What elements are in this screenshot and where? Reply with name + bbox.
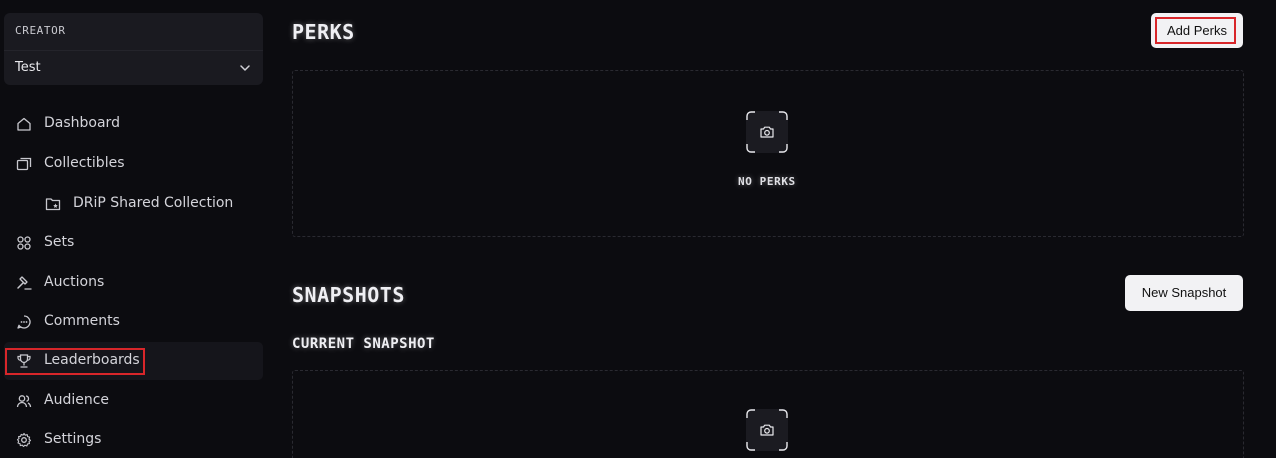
folder-star-icon xyxy=(45,198,61,211)
current-snapshot-title: CURRENT SNAPSHOT xyxy=(292,336,435,352)
sidebar-item-label: Audience xyxy=(44,392,110,408)
perks-empty-icon xyxy=(746,111,788,153)
sidebar-item-label: Comments xyxy=(44,313,120,329)
snapshots-title: SNAPSHOTS xyxy=(292,283,405,307)
collectibles-icon xyxy=(16,157,32,171)
sidebar-item-collectibles[interactable]: Collectibles xyxy=(4,145,263,183)
camera-icon xyxy=(760,424,774,436)
sidebar-item-auctions[interactable]: Auctions xyxy=(4,264,263,302)
creator-dropdown[interactable]: Test xyxy=(4,51,263,85)
sidebar-item-sets[interactable]: Sets xyxy=(4,224,263,262)
perks-empty-text: NO PERKS xyxy=(738,175,796,188)
gavel-icon xyxy=(17,276,32,290)
sidebar-item-comments[interactable]: Comments xyxy=(4,303,263,341)
creator-selector: CREATOR Test xyxy=(4,13,263,85)
snapshot-empty-icon xyxy=(746,409,788,451)
sidebar-item-drip-shared-collection[interactable]: DRiP Shared Collection xyxy=(4,185,263,223)
highlight-box xyxy=(5,348,145,375)
home-icon xyxy=(17,117,31,131)
sidebar-item-label: Dashboard xyxy=(44,115,120,131)
creator-value: Test xyxy=(15,60,41,75)
sidebar-item-label: DRiP Shared Collection xyxy=(73,195,234,211)
sets-icon xyxy=(17,236,31,250)
gear-icon xyxy=(16,432,32,448)
sidebar-item-label: Sets xyxy=(44,234,75,250)
sidebar-item-label: Auctions xyxy=(44,274,105,290)
comment-icon xyxy=(17,315,31,329)
sidebar-item-dashboard[interactable]: Dashboard xyxy=(4,105,263,143)
sidebar: CREATOR Test Dashboard Collectibles DRiP… xyxy=(0,0,270,458)
highlight-box xyxy=(1155,17,1236,44)
perks-title: PERKS xyxy=(292,20,355,44)
sidebar-item-audience[interactable]: Audience xyxy=(4,382,263,420)
new-snapshot-button[interactable]: New Snapshot xyxy=(1125,275,1243,311)
audience-icon xyxy=(16,395,32,408)
main-content: PERKS Add Perks NO PERKS SNAPSHOTS New S… xyxy=(270,0,1276,458)
sidebar-item-label: Collectibles xyxy=(44,155,125,171)
perks-empty-state xyxy=(292,70,1244,237)
chevron-down-icon xyxy=(240,65,250,71)
sidebar-item-settings[interactable]: Settings xyxy=(4,421,263,458)
sidebar-item-label: Settings xyxy=(44,431,102,447)
creator-label: CREATOR xyxy=(15,24,66,37)
camera-icon xyxy=(760,126,774,138)
